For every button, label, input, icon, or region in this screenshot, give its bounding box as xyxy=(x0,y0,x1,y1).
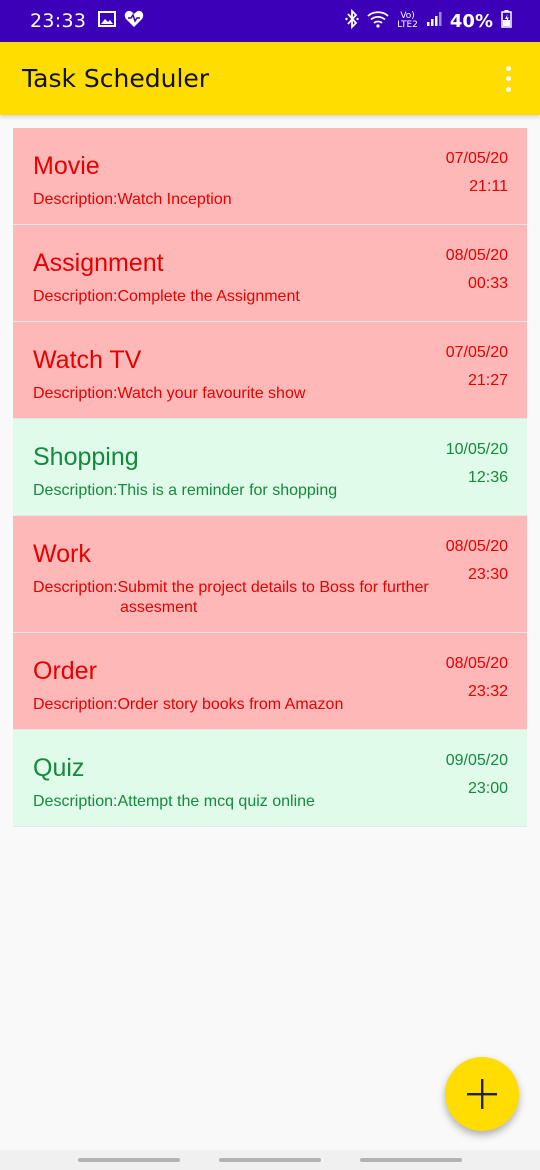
app-title: Task Scheduler xyxy=(22,64,210,93)
wifi-icon xyxy=(367,10,389,32)
task-description: Description:Complete the Assignment xyxy=(33,288,300,305)
task-description: Description:Watch your favourite show xyxy=(33,385,306,402)
task-date: 08/05/20 xyxy=(445,538,508,555)
task-time: 21:27 xyxy=(467,372,508,389)
task-description: Description:Attempt the mcq quiz online xyxy=(33,793,315,810)
battery-percent: 40% xyxy=(449,10,493,32)
task-description: Description:This is a reminder for shopp… xyxy=(33,482,338,499)
gallery-icon xyxy=(98,11,117,31)
task-date: 08/05/20 xyxy=(445,655,508,672)
task-title: Work xyxy=(33,540,91,568)
task-date: 07/05/20 xyxy=(445,344,508,361)
nav-home-button[interactable] xyxy=(219,1158,321,1162)
task-description: Description:Submit the project details t… xyxy=(33,578,473,618)
task-time: 21:11 xyxy=(469,178,508,195)
task-list: Movie Description:Watch Inception 07/05/… xyxy=(13,128,527,827)
battery-icon xyxy=(501,10,512,32)
task-card[interactable]: Work Description:Submit the project deta… xyxy=(13,516,527,633)
task-title: Movie xyxy=(33,152,100,180)
task-time: 23:32 xyxy=(467,683,508,700)
task-time: 00:33 xyxy=(467,275,508,292)
task-description: Description:Watch Inception xyxy=(33,191,232,208)
task-description: Description:Order story books from Amazo… xyxy=(33,696,344,713)
heart-icon xyxy=(124,10,144,32)
task-date: 08/05/20 xyxy=(445,247,508,264)
task-title: Shopping xyxy=(33,443,139,471)
nav-back-button[interactable] xyxy=(360,1158,462,1162)
task-date: 07/05/20 xyxy=(445,150,508,167)
task-card[interactable]: Assignment Description:Complete the Assi… xyxy=(13,225,527,322)
signal-icon xyxy=(426,11,442,31)
task-title: Watch TV xyxy=(33,346,142,374)
task-card[interactable]: Order Description:Order story books from… xyxy=(13,633,527,730)
task-date: 10/05/20 xyxy=(445,441,508,458)
task-title: Assignment xyxy=(33,249,164,277)
network-type: Vo) LTE2 xyxy=(397,11,418,30)
status-time: 23:33 xyxy=(30,10,87,32)
add-task-button[interactable] xyxy=(445,1057,519,1131)
task-card[interactable]: Watch TV Description:Watch your favourit… xyxy=(13,322,527,419)
task-date: 09/05/20 xyxy=(445,752,508,769)
task-title: Order xyxy=(33,657,97,685)
task-title: Quiz xyxy=(33,754,85,782)
bluetooth-icon xyxy=(345,8,359,33)
nav-recents-button[interactable] xyxy=(78,1158,180,1162)
task-card[interactable]: Quiz Description:Attempt the mcq quiz on… xyxy=(13,730,527,827)
task-time: 12:36 xyxy=(467,469,508,486)
task-time: 23:00 xyxy=(467,780,508,797)
status-bar: 23:33 Vo) LTE2 40% xyxy=(0,0,540,42)
screen: 23:33 Vo) LTE2 40% Task Scheduler Movie … xyxy=(0,0,540,1170)
app-bar: Task Scheduler xyxy=(0,42,540,115)
task-card[interactable]: Shopping Description:This is a reminder … xyxy=(13,419,527,516)
task-description-line: Description:Submit the project details t… xyxy=(33,579,429,596)
navigation-bar xyxy=(0,1150,540,1170)
plus-icon xyxy=(467,1079,497,1109)
task-description-line: assesment xyxy=(120,599,198,616)
more-vert-icon[interactable] xyxy=(498,64,518,94)
task-card[interactable]: Movie Description:Watch Inception 07/05/… xyxy=(13,128,527,225)
task-time: 23:30 xyxy=(467,566,508,583)
